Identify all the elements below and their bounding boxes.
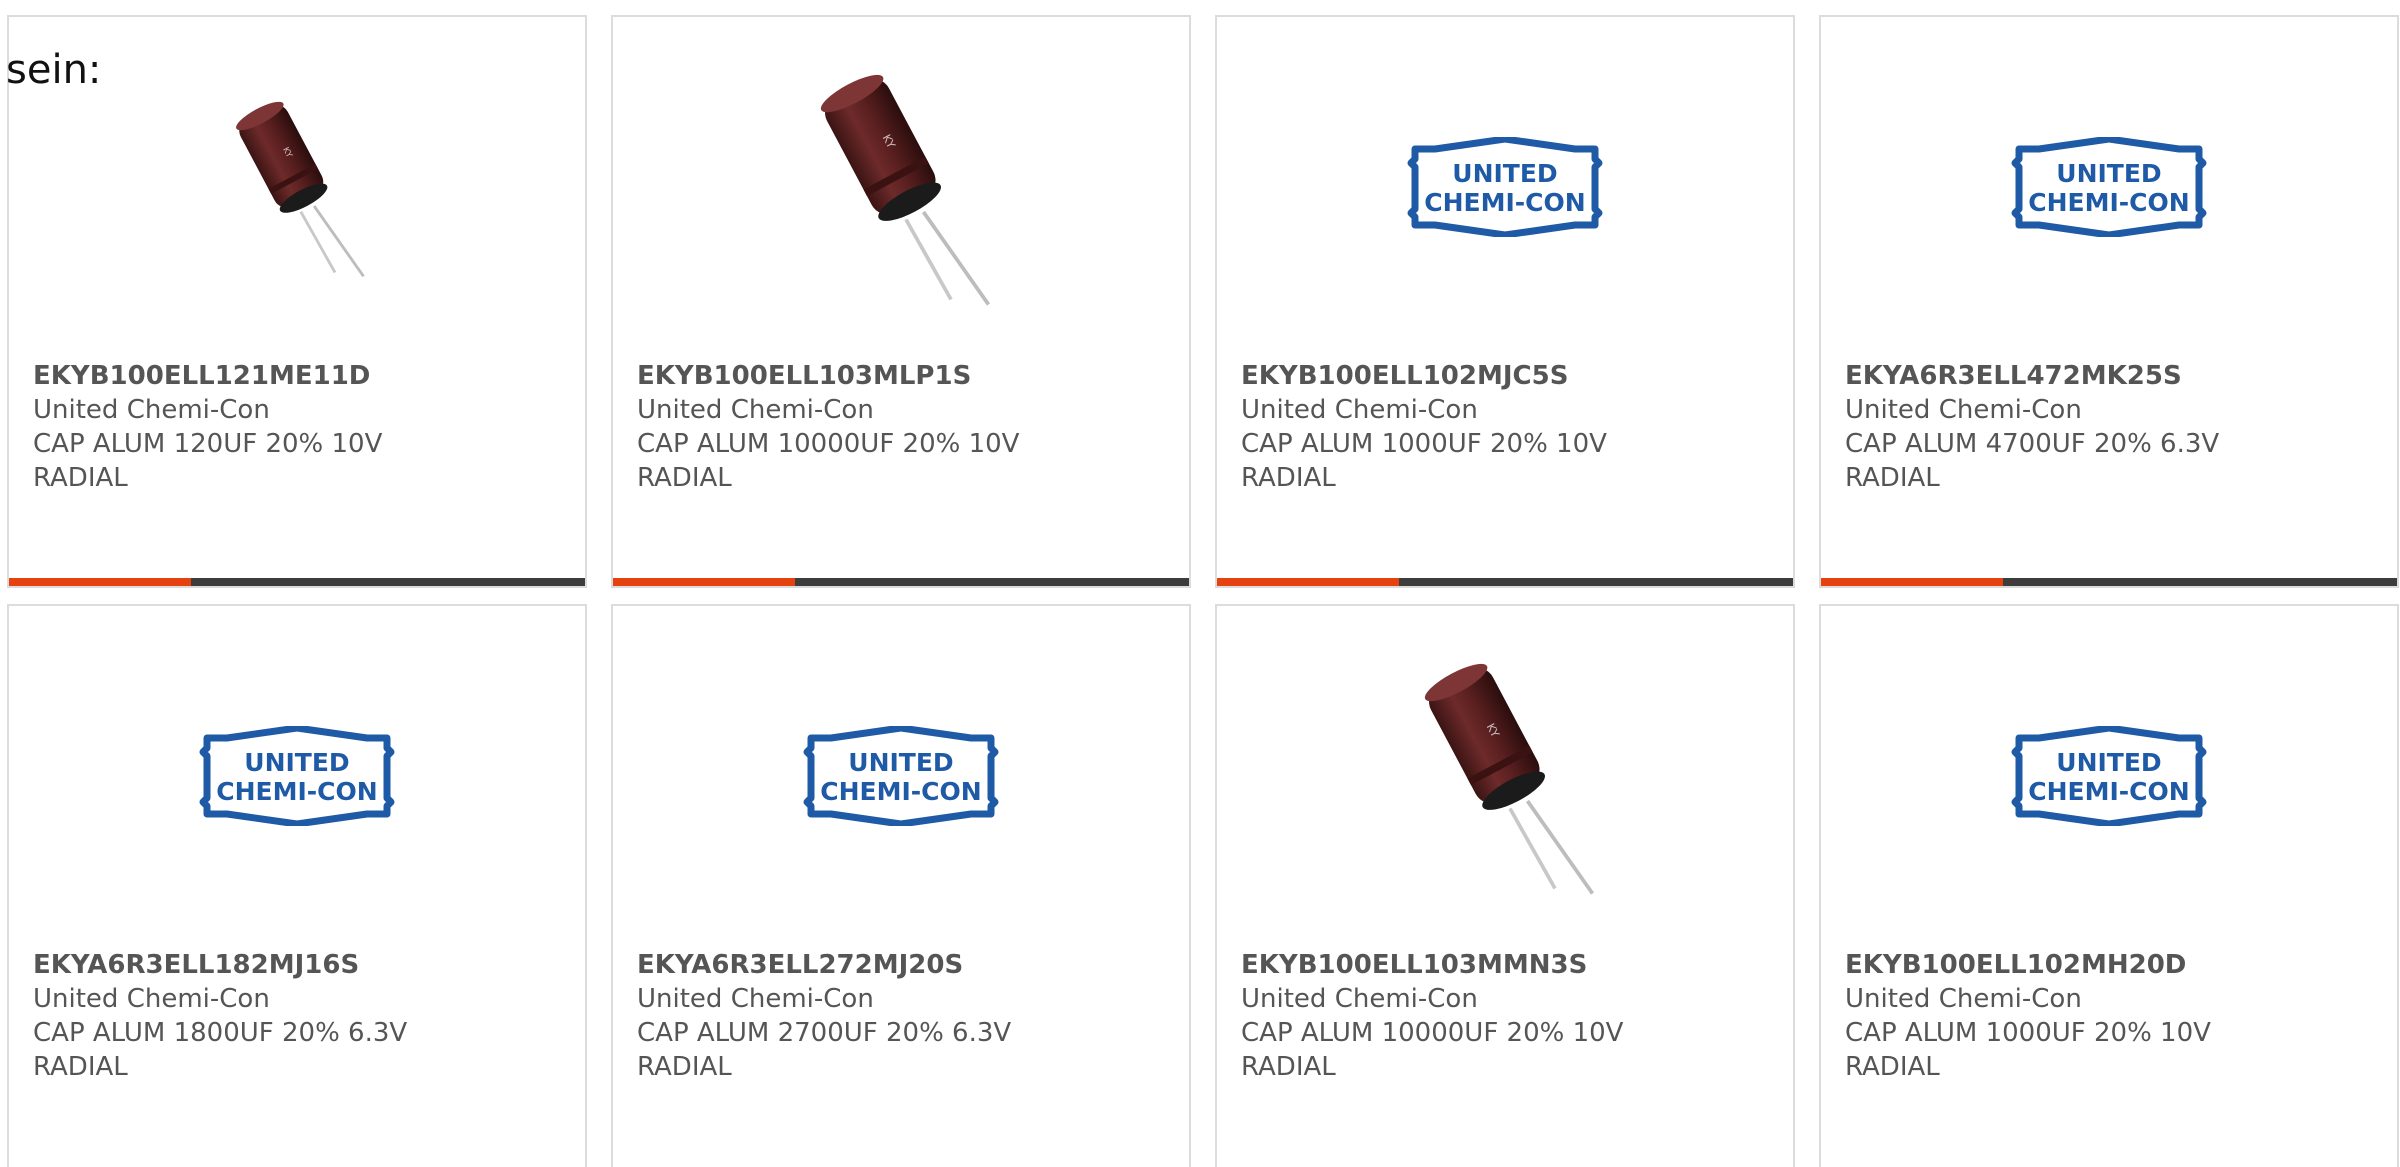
manufacturer-name: United Chemi-Con xyxy=(33,395,270,425)
product-package: RADIAL xyxy=(637,463,732,493)
card-progress-accent xyxy=(9,578,191,586)
product-image: UNITED CHEMI-CON xyxy=(1821,77,2397,297)
part-number[interactable]: EKYA6R3ELL182MJ16S xyxy=(33,948,565,982)
product-info: EKYB100ELL121ME11D United Chemi-Con CAP … xyxy=(33,359,565,495)
manufacturer-name: United Chemi-Con xyxy=(1241,984,1478,1014)
svg-text:CHEMI-CON: CHEMI-CON xyxy=(1424,188,1585,217)
product-package: RADIAL xyxy=(1241,1052,1336,1082)
product-image: KY xyxy=(613,74,1189,306)
product-package: RADIAL xyxy=(637,1052,732,1082)
product-card[interactable]: UNITED CHEMI-CON EKYA6R3ELL472MK25S Unit… xyxy=(1819,15,2399,588)
product-package: RADIAL xyxy=(1241,463,1336,493)
united-chemi-con-logo-icon: UNITED CHEMI-CON xyxy=(2011,137,2207,237)
product-card[interactable]: KY EKYB100ELL103MLP1S United Chemi-Con C… xyxy=(611,15,1191,588)
part-number[interactable]: EKYB100ELL103MLP1S xyxy=(637,359,1169,393)
capacitor-icon: KY xyxy=(820,74,991,306)
united-chemi-con-logo-icon: UNITED CHEMI-CON xyxy=(1407,137,1603,237)
product-card[interactable]: UNITED CHEMI-CON EKYB100ELL102MH20D Unit… xyxy=(1819,604,2399,1167)
manufacturer-name: United Chemi-Con xyxy=(637,395,874,425)
product-info: EKYA6R3ELL272MJ20S United Chemi-Con CAP … xyxy=(637,948,1169,1084)
product-package: RADIAL xyxy=(33,1052,128,1082)
card-progress-accent xyxy=(1821,578,2003,586)
product-card-grid: KY EKYB100ELL121ME11D United Chemi-Con C… xyxy=(7,15,2399,1167)
svg-text:CHEMI-CON: CHEMI-CON xyxy=(2028,188,2189,217)
part-number[interactable]: EKYA6R3ELL472MK25S xyxy=(1845,359,2377,393)
manufacturer-name: United Chemi-Con xyxy=(1845,395,2082,425)
product-image: UNITED CHEMI-CON xyxy=(9,666,585,886)
product-description: CAP ALUM 10000UF 20% 10V xyxy=(1241,1018,1624,1048)
card-progress-bar xyxy=(1821,578,2397,586)
product-card[interactable]: UNITED CHEMI-CON EKYB100ELL102MJC5S Unit… xyxy=(1215,15,1795,588)
svg-text:CHEMI-CON: CHEMI-CON xyxy=(820,777,981,806)
card-progress-accent xyxy=(1217,578,1399,586)
capacitor-icon: KY xyxy=(236,101,365,278)
product-card[interactable]: KY EKYB100ELL121ME11D United Chemi-Con C… xyxy=(7,15,587,588)
product-image: UNITED CHEMI-CON xyxy=(1217,77,1793,297)
united-chemi-con-logo-icon: UNITED CHEMI-CON xyxy=(803,726,999,826)
product-info: EKYB100ELL102MJC5S United Chemi-Con CAP … xyxy=(1241,359,1773,495)
product-info: EKYA6R3ELL182MJ16S United Chemi-Con CAP … xyxy=(33,948,565,1084)
part-number[interactable]: EKYB100ELL102MJC5S xyxy=(1241,359,1773,393)
product-description: CAP ALUM 1000UF 20% 10V xyxy=(1241,429,1607,459)
product-package: RADIAL xyxy=(1845,463,1940,493)
card-progress-bar xyxy=(9,578,585,586)
product-description: CAP ALUM 120UF 20% 10V xyxy=(33,429,383,459)
product-info: EKYA6R3ELL472MK25S United Chemi-Con CAP … xyxy=(1845,359,2377,495)
svg-text:UNITED: UNITED xyxy=(2056,159,2161,188)
product-description: CAP ALUM 1800UF 20% 6.3V xyxy=(33,1018,408,1048)
product-info: EKYB100ELL103MMN3S United Chemi-Con CAP … xyxy=(1241,948,1773,1084)
product-info: EKYB100ELL103MLP1S United Chemi-Con CAP … xyxy=(637,359,1169,495)
part-number[interactable]: EKYB100ELL121ME11D xyxy=(33,359,565,393)
product-description: CAP ALUM 2700UF 20% 6.3V xyxy=(637,1018,1012,1048)
product-card[interactable]: KY EKYB100ELL103MMN3S United Chemi-Con C… xyxy=(1215,604,1795,1167)
manufacturer-name: United Chemi-Con xyxy=(1241,395,1478,425)
card-progress-bar xyxy=(1217,578,1793,586)
product-description: CAP ALUM 4700UF 20% 6.3V xyxy=(1845,429,2220,459)
svg-text:UNITED: UNITED xyxy=(2056,748,2161,777)
product-image: UNITED CHEMI-CON xyxy=(1821,666,2397,886)
capacitor-icon: KY xyxy=(1424,663,1595,895)
product-description: CAP ALUM 1000UF 20% 10V xyxy=(1845,1018,2211,1048)
product-card[interactable]: UNITED CHEMI-CON EKYA6R3ELL182MJ16S Unit… xyxy=(7,604,587,1167)
manufacturer-name: United Chemi-Con xyxy=(33,984,270,1014)
product-package: RADIAL xyxy=(1845,1052,1940,1082)
product-image: KY xyxy=(9,77,585,297)
card-progress-accent xyxy=(613,578,795,586)
product-description: CAP ALUM 10000UF 20% 10V xyxy=(637,429,1020,459)
intro-text: sein: xyxy=(6,47,102,93)
part-number[interactable]: EKYB100ELL102MH20D xyxy=(1845,948,2377,982)
manufacturer-name: United Chemi-Con xyxy=(1845,984,2082,1014)
svg-text:UNITED: UNITED xyxy=(244,748,349,777)
svg-text:UNITED: UNITED xyxy=(1452,159,1557,188)
manufacturer-name: United Chemi-Con xyxy=(637,984,874,1014)
svg-text:CHEMI-CON: CHEMI-CON xyxy=(2028,777,2189,806)
part-number[interactable]: EKYB100ELL103MMN3S xyxy=(1241,948,1773,982)
product-info: EKYB100ELL102MH20D United Chemi-Con CAP … xyxy=(1845,948,2377,1084)
product-grid-page: sein: KY EKYB100ELL121ME11D United Chemi… xyxy=(0,0,2400,1167)
product-image: UNITED CHEMI-CON xyxy=(613,666,1189,886)
united-chemi-con-logo-icon: UNITED CHEMI-CON xyxy=(2011,726,2207,826)
part-number[interactable]: EKYA6R3ELL272MJ20S xyxy=(637,948,1169,982)
svg-text:CHEMI-CON: CHEMI-CON xyxy=(216,777,377,806)
product-package: RADIAL xyxy=(33,463,128,493)
product-image: KY xyxy=(1217,663,1793,895)
svg-text:UNITED: UNITED xyxy=(848,748,953,777)
product-card[interactable]: UNITED CHEMI-CON EKYA6R3ELL272MJ20S Unit… xyxy=(611,604,1191,1167)
united-chemi-con-logo-icon: UNITED CHEMI-CON xyxy=(199,726,395,826)
card-progress-bar xyxy=(613,578,1189,586)
